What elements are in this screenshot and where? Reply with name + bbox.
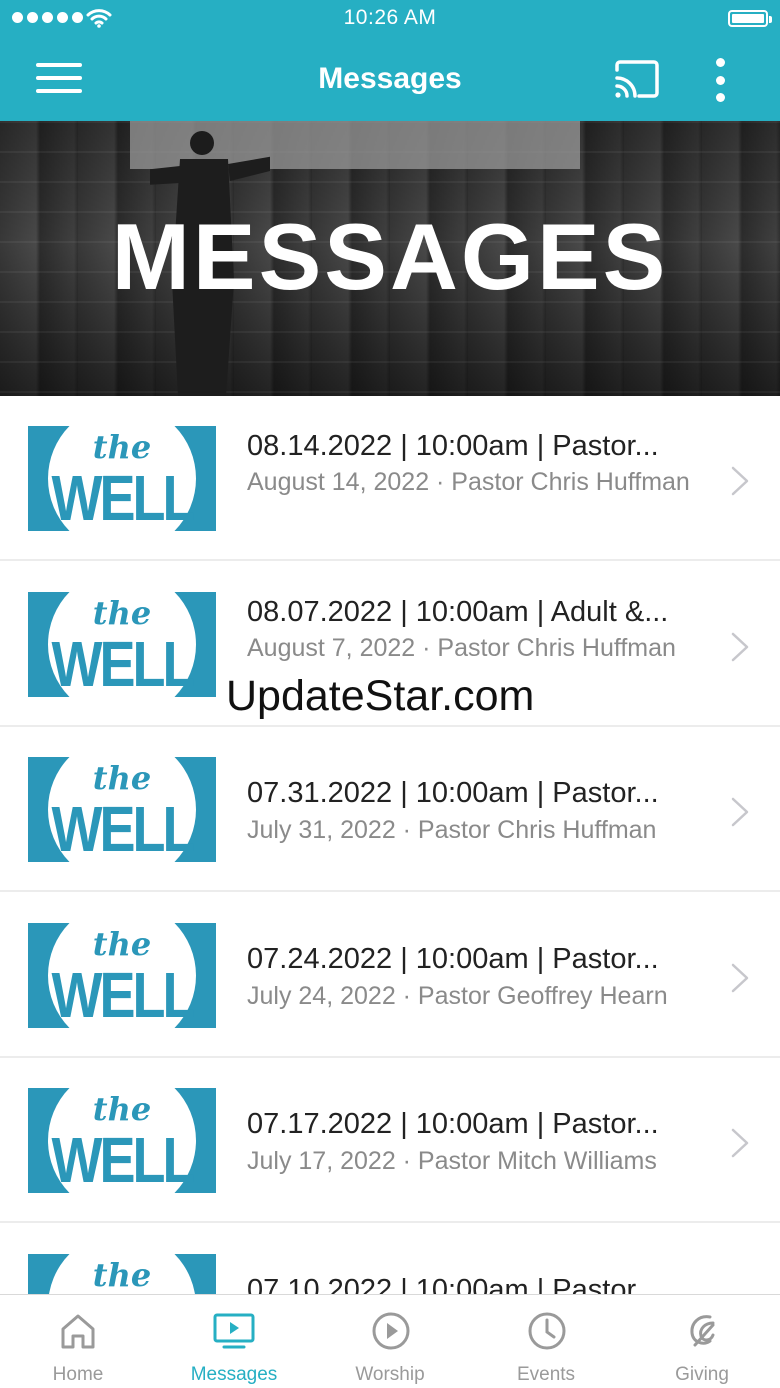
banner-title: MESSAGES [111,204,669,309]
tv-icon [213,1313,255,1349]
thumbnail-the-text: the [92,594,152,632]
thumbnail-well-text: WELL [51,960,196,1028]
chevron-right-icon [731,466,749,496]
cast-icon[interactable] [613,60,661,100]
message-subtitle: July 17, 2022 · Pastor Mitch Williams [247,1147,657,1175]
message-thumbnail: the WELL [28,592,216,697]
thumbnail-the-text: the [92,759,152,797]
tab-label: Worship [355,1364,425,1385]
tab-label: Messages [190,1364,278,1385]
message-title: 07.24.2022 | 10:00am | Pastor... [247,943,659,975]
message-title: 07.10.2022 | 10:00am | Pastor... [247,1274,659,1294]
message-list: the WELL 08.14.2022 | 10:00am | Pastor..… [0,396,780,1294]
message-row[interactable]: the WELL 07.31.2022 | 10:00am | Pastor..… [0,727,780,892]
status-time: 10:26 AM [343,6,437,29]
thumbnail-well-text: WELL [51,629,196,697]
battery-icon [728,10,772,27]
tab-events[interactable]: Events [468,1295,624,1388]
thumbnail-the-text: the [92,428,152,466]
thumbnail-well-text: WELL [51,463,196,531]
more-options-button[interactable] [710,58,730,102]
message-subtitle: August 14, 2022 · Pastor Chris Huffman [247,468,690,496]
thumbnail-well-text: WELL [51,1125,196,1193]
tab-label: Giving [675,1364,729,1385]
tab-worship[interactable]: Worship [312,1295,468,1388]
banner: MESSAGES [0,121,780,396]
thumbnail-the-text: the [92,1256,152,1294]
message-title: 08.07.2022 | 10:00am | Adult &... [247,596,669,628]
tab-messages[interactable]: Messages [156,1295,312,1388]
message-thumbnail: the WELL [28,1254,216,1294]
chevron-right-icon [731,1128,749,1158]
home-icon [61,1314,95,1349]
thumbnail-the-text: the [92,1090,152,1128]
message-thumbnail: the WELL [28,1088,216,1193]
watermark: UpdateStar.com [226,672,535,720]
chevron-right-icon [731,797,749,827]
message-title: 07.17.2022 | 10:00am | Pastor... [247,1108,659,1140]
message-subtitle: July 31, 2022 · Pastor Chris Huffman [247,816,657,844]
tab-home[interactable]: Home [0,1295,156,1388]
message-title: 08.14.2022 | 10:00am | Pastor... [247,430,659,462]
tab-bar: Home Messages Worship Events Giving [0,1294,780,1388]
chevron-right-icon [731,632,749,662]
message-thumbnail: the WELL [28,426,216,531]
message-row[interactable]: the WELL 07.17.2022 | 10:00am | Pastor..… [0,1058,780,1223]
message-row[interactable]: the WELL 08.14.2022 | 10:00am | Pastor..… [0,396,780,561]
chevron-right-icon [731,963,749,993]
thumbnail-well-text: WELL [51,794,196,862]
message-subtitle: July 24, 2022 · Pastor Geoffrey Hearn [247,982,668,1010]
message-row[interactable]: the WELL 07.24.2022 | 10:00am | Pastor..… [0,893,780,1058]
message-thumbnail: the WELL [28,757,216,862]
play-icon [372,1312,410,1350]
tab-giving[interactable]: Giving [624,1295,780,1388]
page-title: Messages [318,62,462,95]
message-thumbnail: the WELL [28,923,216,1028]
message-row[interactable]: the WELL 07.10.2022 | 10:00am | Pastor..… [0,1224,780,1294]
tab-label: Events [516,1364,576,1385]
tab-label: Home [52,1364,104,1385]
thumbnail-the-text: the [92,925,152,963]
clock-icon [528,1312,566,1350]
giving-icon [690,1315,715,1347]
message-subtitle: August 7, 2022 · Pastor Chris Huffman [247,634,676,662]
message-title: 07.31.2022 | 10:00am | Pastor... [247,777,659,809]
top-bar: 10:26 AM Messages [0,0,780,121]
